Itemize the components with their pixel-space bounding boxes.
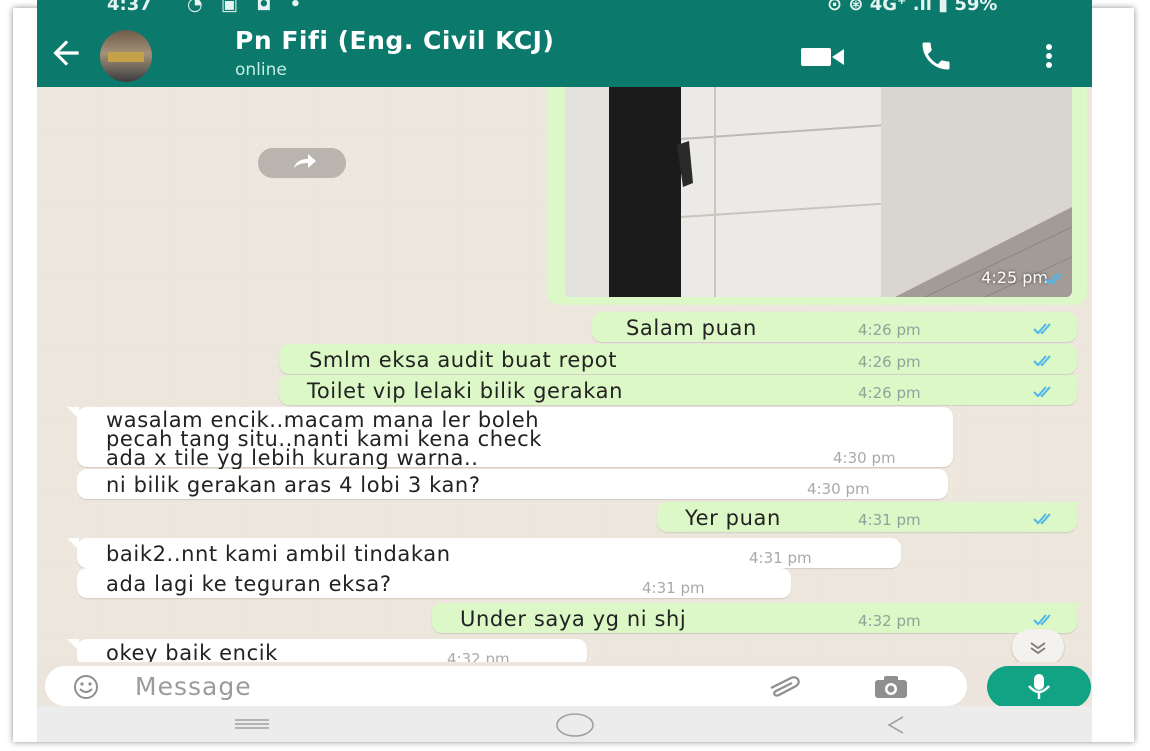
message-time: 4:30 pm [833, 449, 896, 467]
message-bubble-in[interactable]: baik2..nnt kami ambil tindakan 4:31 pm [67, 538, 901, 568]
double-check-icon [1033, 323, 1051, 335]
contact-name[interactable]: Pn Fifi (Eng. Civil KCJ) [235, 26, 554, 55]
status-time: 4:37 [107, 0, 152, 15]
message-time: 4:30 pm [807, 480, 870, 498]
message-text: baik2..nnt kami ambil tindakan [106, 542, 451, 566]
nav-back-icon[interactable] [885, 714, 907, 736]
photo-tiles [565, 87, 1072, 297]
message-text: Under saya yg ni shj [460, 607, 687, 631]
status-indicators: ⊙ ⊛ 4G⁺ .ıl ▮ 59% [827, 0, 998, 15]
phone-screen: 4:37 ◔ ▣ ◘ • ⊙ ⊛ 4G⁺ .ıl ▮ 59% Pn Fifi (… [37, 0, 1092, 742]
message-bubble-in[interactable]: wasalam encik..macam mana ler boleh peca… [67, 407, 953, 470]
message-photo[interactable]: 4:25 pm [565, 87, 1072, 297]
double-check-icon [1033, 614, 1051, 626]
message-bubble-out[interactable]: Toilet vip lelaki bilik gerakan 4:26 pm [279, 375, 1081, 405]
notification-icons: ◔ ▣ ◘ • [187, 0, 308, 15]
camera-icon[interactable] [873, 674, 909, 700]
contact-avatar[interactable] [100, 30, 152, 82]
message-bubble-in[interactable]: ada lagi ke teguran eksa? 4:31 pm [77, 568, 791, 598]
mic-icon[interactable] [987, 666, 1091, 708]
message-text: ada lagi ke teguran eksa? [106, 572, 392, 596]
double-check-icon [1044, 273, 1062, 285]
double-check-icon [1033, 355, 1051, 367]
system-nav-bar [37, 706, 1092, 742]
nav-recents-icon[interactable] [235, 718, 269, 730]
message-input[interactable]: Message [45, 666, 967, 706]
chevrons-down-icon[interactable] [1012, 629, 1064, 665]
message-placeholder: Message [135, 672, 252, 701]
paperclip-icon[interactable] [765, 674, 805, 698]
message-line: ada x tile yg lebih kurang warna.. [106, 446, 479, 470]
back-arrow-icon[interactable] [47, 34, 85, 72]
message-text: Smlm eksa audit buat repot [309, 348, 618, 372]
message-bubble-out[interactable]: Yer puan 4:31 pm [657, 502, 1081, 532]
message-time: 4:32 pm [858, 612, 921, 630]
phone-icon[interactable] [917, 38, 955, 74]
message-text: Salam puan [626, 316, 757, 340]
photo-message[interactable]: 4:25 pm [547, 87, 1087, 305]
video-call-icon[interactable] [799, 42, 847, 72]
photo-time: 4:25 pm [981, 268, 1048, 287]
message-text: ni bilik gerakan aras 4 lobi 3 kan? [106, 473, 481, 497]
emoji-icon[interactable] [73, 674, 99, 700]
message-bubble-out[interactable]: Smlm eksa audit buat repot 4:26 pm [279, 344, 1077, 374]
message-text: Yer puan [685, 506, 781, 530]
double-check-icon [1033, 386, 1051, 398]
message-time: 4:26 pm [858, 321, 921, 339]
double-check-icon [1033, 513, 1051, 525]
chat-area[interactable]: 4:25 pm Salam puan 4:26 pm Smlm eksa aud… [37, 87, 1092, 668]
message-time: 4:31 pm [642, 579, 705, 597]
message-bubble-in[interactable]: ni bilik gerakan aras 4 lobi 3 kan? 4:30… [77, 469, 948, 499]
forward-icon[interactable] [258, 148, 346, 178]
nav-home-icon[interactable] [555, 712, 595, 738]
message-text: Toilet vip lelaki bilik gerakan [307, 379, 623, 403]
contact-status: online [235, 60, 287, 80]
input-bar: Message [37, 662, 1092, 708]
chat-header: Pn Fifi (Eng. Civil KCJ) online [37, 24, 1092, 87]
more-vert-icon[interactable] [1037, 38, 1061, 74]
message-time: 4:26 pm [858, 353, 921, 371]
message-text-multiline: wasalam encik..macam mana ler boleh peca… [106, 410, 542, 470]
message-bubble-out[interactable]: Salam puan 4:26 pm [592, 312, 1077, 342]
message-time: 4:31 pm [749, 549, 812, 567]
message-bubble-out[interactable]: Under saya yg ni shj 4:32 pm [432, 603, 1081, 633]
message-time: 4:26 pm [858, 384, 921, 402]
message-time: 4:31 pm [858, 511, 921, 529]
